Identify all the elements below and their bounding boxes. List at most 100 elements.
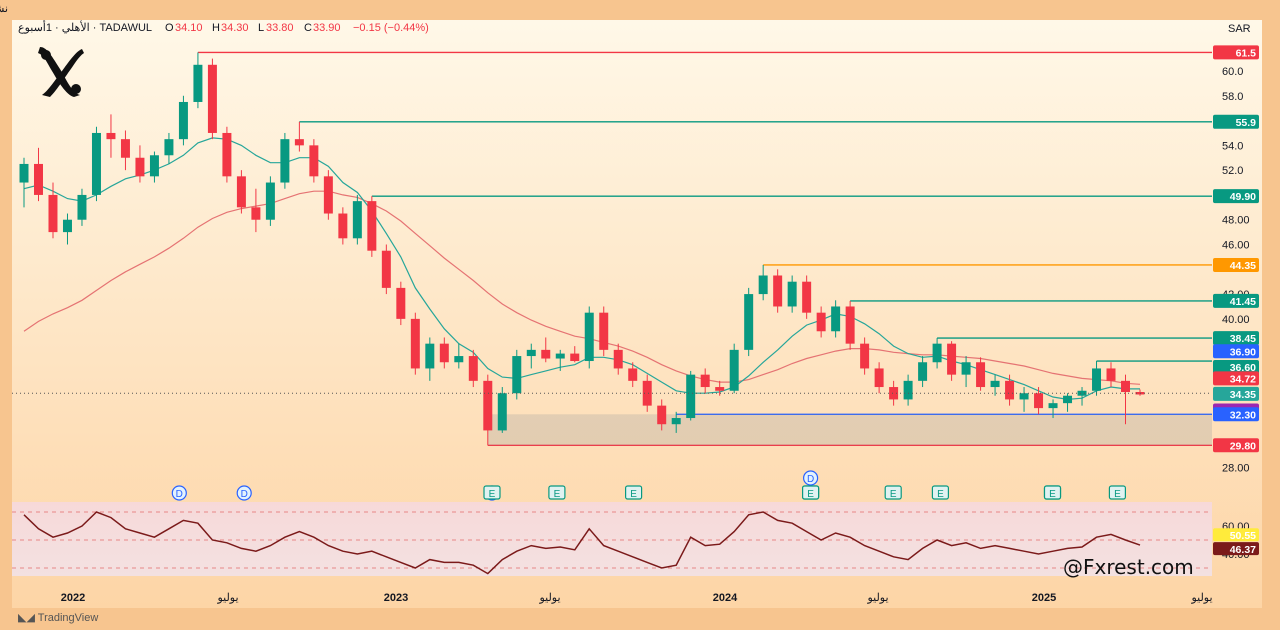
- event-marker-D: D: [802, 470, 819, 486]
- candle-body: [439, 343, 449, 363]
- candle-body: [1063, 395, 1073, 404]
- candle: [512, 349, 522, 400]
- tradingview-brand: ◣◢ TradingView: [18, 611, 98, 624]
- rsi-tag-50.55: 50.55: [1213, 528, 1259, 542]
- candle-body: [744, 294, 754, 350]
- candle-body: [265, 182, 275, 220]
- event-marker-letter: D: [807, 474, 814, 485]
- candle-body: [613, 349, 623, 369]
- price-tag-text: 61.5: [1236, 47, 1257, 59]
- candle-body: [193, 64, 203, 102]
- candle-body: [483, 380, 493, 431]
- event-marker-letter: E: [630, 489, 637, 500]
- price-tag-41.45: 41.45: [1213, 293, 1259, 308]
- candle-body: [251, 207, 261, 220]
- event-marker-E: E: [548, 485, 566, 500]
- candle-body: [715, 387, 725, 391]
- event-marker-letter: E: [890, 489, 897, 500]
- event-marker-E: E: [483, 485, 501, 500]
- candle-body: [309, 145, 319, 177]
- support-zone-rect: [487, 414, 1212, 446]
- candle-body: [990, 380, 1000, 388]
- price-tag-text: 36.90: [1230, 346, 1256, 358]
- chart-screenshot: نشر Ayman_Alnagar على TradingView.com 10…: [0, 0, 1280, 630]
- candle-body: [845, 306, 855, 344]
- candle-body: [570, 353, 580, 362]
- price-tick: 54.0: [1222, 140, 1243, 152]
- candle-body: [1106, 368, 1116, 381]
- low-label: L: [258, 22, 264, 34]
- candle-body: [280, 139, 290, 183]
- change-value: −0.15 (−0.44%): [353, 22, 429, 34]
- candle-body: [236, 176, 246, 208]
- event-marker-letter: D: [176, 489, 183, 500]
- candle-body: [207, 64, 217, 133]
- candle: [265, 176, 275, 226]
- candle-body: [526, 349, 536, 357]
- event-marker-D: D: [236, 485, 252, 501]
- candle: [178, 95, 188, 146]
- price-tag-text: 44.35: [1230, 260, 1256, 272]
- close-label: C: [304, 22, 312, 34]
- candle-body: [425, 343, 435, 369]
- candle-body: [671, 418, 681, 425]
- candle-body: [164, 139, 174, 156]
- candle-body: [106, 132, 116, 140]
- candle-body: [62, 219, 72, 233]
- price-tag-49.90: 49.90: [1213, 189, 1259, 204]
- candle: [381, 244, 391, 295]
- event-marker-E: E: [1043, 485, 1062, 500]
- time-tick: يوليو: [538, 592, 560, 604]
- price-tag-34.72: 34.72: [1213, 371, 1259, 386]
- price-tick: 52.0: [1222, 165, 1243, 177]
- event-marker-letter: E: [1114, 489, 1121, 500]
- price-tick: 40.00: [1222, 314, 1250, 326]
- candle-body: [1019, 393, 1029, 400]
- candle-body: [1077, 390, 1087, 396]
- candle-body: [1034, 393, 1044, 409]
- candle-body: [512, 356, 522, 394]
- candle-body: [758, 275, 768, 295]
- candle-body: [599, 312, 609, 350]
- price-tag-text: 34.72: [1230, 373, 1256, 385]
- chart-canvas: نشر Ayman_Alnagar على TradingView.com 10…: [0, 0, 1280, 630]
- candle-body: [367, 201, 377, 251]
- candle: [599, 306, 609, 357]
- candle-body: [932, 343, 942, 363]
- candle-body: [468, 356, 478, 381]
- price-tick: 58.0: [1222, 91, 1243, 103]
- candle: [367, 196, 377, 257]
- candle: [773, 269, 783, 313]
- candle-body: [34, 163, 43, 195]
- candle-body: [77, 194, 87, 220]
- candle-body: [860, 343, 870, 369]
- watermark: @Fxrest.com: [1063, 555, 1194, 579]
- time-tick: 2022: [61, 592, 85, 604]
- candle: [207, 58, 217, 140]
- candle: [729, 343, 739, 394]
- candle: [845, 300, 855, 350]
- event-marker-E: E: [1108, 485, 1127, 500]
- candle: [396, 281, 406, 326]
- open-value: 34.10: [175, 22, 203, 34]
- event-marker-letter: E: [554, 489, 561, 500]
- candle-body: [294, 139, 304, 146]
- event-marker-E: E: [624, 485, 643, 500]
- event-marker-letter: E: [1049, 489, 1056, 500]
- price-tag-text: 49.90: [1230, 191, 1256, 203]
- candle: [976, 357, 986, 391]
- candle: [309, 139, 319, 183]
- candle-body: [454, 356, 464, 363]
- event-marker-letter: D: [241, 489, 248, 500]
- candle-body: [135, 157, 145, 177]
- time-tick: 2024: [713, 592, 738, 604]
- publish-info: نشر Ayman_Alnagar على TradingView.com 10…: [0, 3, 8, 15]
- time-tick: 2023: [384, 592, 408, 604]
- candle-body: [396, 287, 406, 319]
- price-tag-text: 34.35: [1230, 389, 1256, 401]
- low-value: 33.80: [266, 22, 294, 34]
- candle-body: [555, 353, 565, 359]
- candle-body: [657, 405, 667, 425]
- candle-body: [918, 362, 928, 381]
- candle-body: [961, 362, 971, 375]
